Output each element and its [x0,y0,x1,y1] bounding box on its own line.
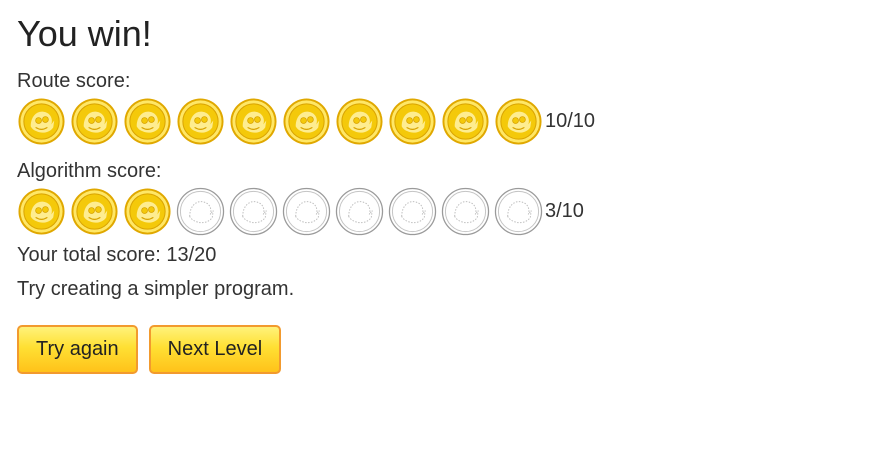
algorithm-coins-row: 3/10 [17,185,595,237]
empty-coin-icon [335,187,384,236]
action-buttons: Try again Next Level [17,325,595,374]
gold-coin-icon [70,187,119,236]
gold-coin-icon [17,97,66,146]
route-score-value: 10/10 [545,109,596,132]
gold-coin-icon [123,187,172,236]
empty-coin-icon [441,187,490,236]
gold-coin-icon [70,97,119,146]
win-title: You win! [17,13,152,54]
hint-message: Try creating a simpler program. [17,278,295,300]
gold-coin-icon [441,97,490,146]
gold-coin-icon [494,97,543,146]
algorithm-coins [17,187,547,236]
gold-coin-icon [388,97,437,146]
gold-coin-icon [17,187,66,236]
gold-coin-icon [335,97,384,146]
empty-coin-icon [282,187,331,236]
total-score: Your total score: 13/20 [17,244,217,266]
route-coins [17,97,547,146]
algorithm-score-label: Algorithm score: [17,160,162,182]
empty-coin-icon [176,187,225,236]
gold-coin-icon [176,97,225,146]
empty-coin-icon [229,187,278,236]
try-again-button[interactable]: Try again [17,325,138,374]
algorithm-score-value: 3/10 [545,199,584,222]
gold-coin-icon [123,97,172,146]
empty-coin-icon [494,187,543,236]
next-level-button[interactable]: Next Level [148,325,282,374]
gold-coin-icon [282,97,331,146]
empty-coin-icon [388,187,437,236]
win-panel: You win! Route score: 10/10 Algorithm sc… [17,10,595,374]
gold-coin-icon [229,97,278,146]
route-score-label: Route score: [17,70,131,92]
route-coins-row: 10/10 [17,95,595,147]
